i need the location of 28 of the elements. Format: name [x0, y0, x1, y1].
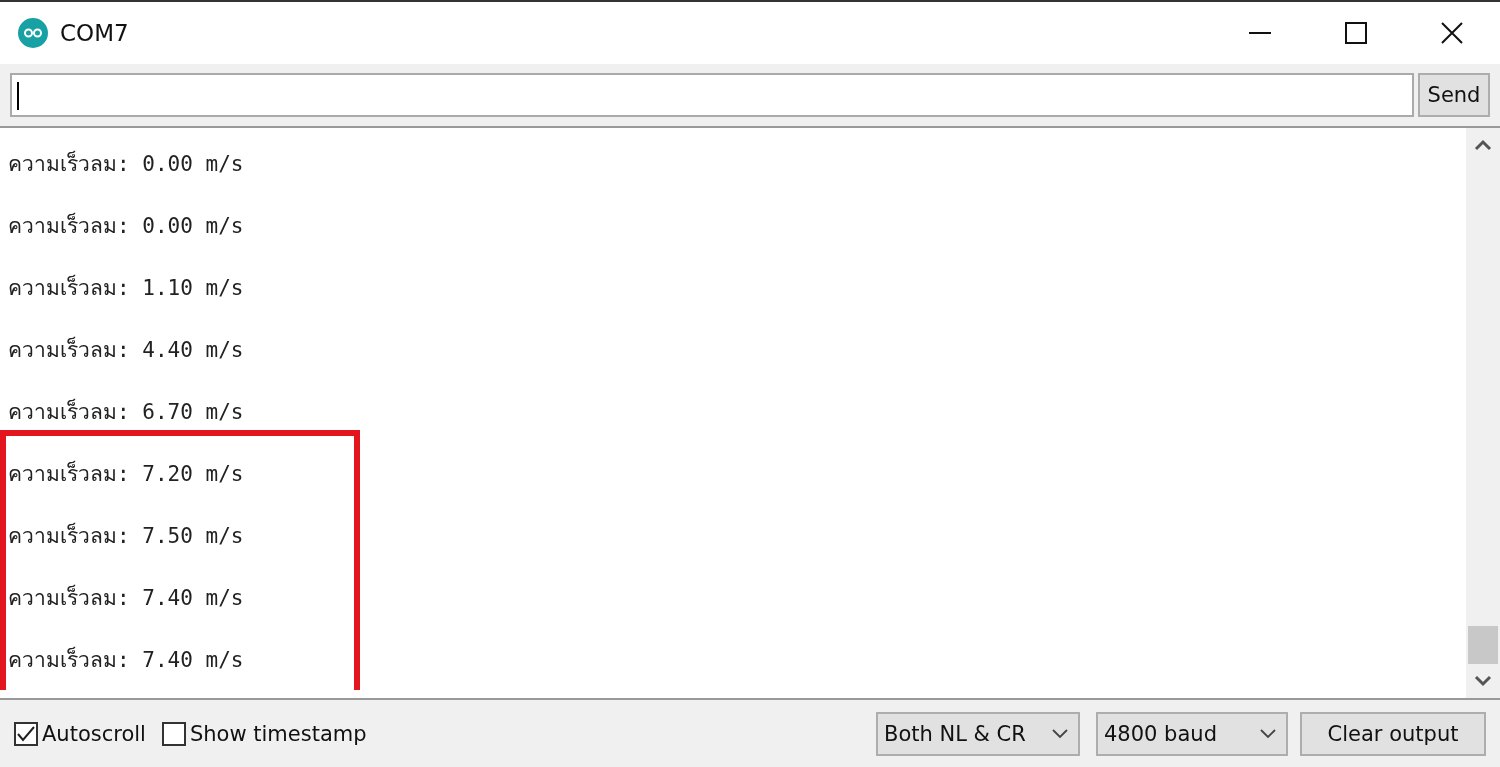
chevron-down-icon: [1052, 728, 1068, 739]
app-logo-icon: [18, 18, 48, 48]
scroll-thumb[interactable]: [1468, 626, 1498, 664]
output-line: ความเร็วลม: 7.20 m/s: [8, 459, 244, 488]
send-button[interactable]: Send: [1418, 73, 1490, 117]
baud-rate-dropdown[interactable]: 4800 baud: [1096, 711, 1288, 756]
scrollbar[interactable]: [1466, 128, 1500, 698]
checkbox-label: Show timestamp: [189, 721, 367, 746]
send-input-field[interactable]: [10, 73, 1414, 117]
maximize-icon[interactable]: [1345, 22, 1367, 44]
output-line: ความเร็วลม: 7.40 m/s: [8, 645, 244, 674]
output-line: ความเร็วลม: 0.00 m/s: [8, 149, 244, 178]
output-line: ความเร็วลม: 7.50 m/s: [8, 521, 244, 550]
chevron-down-icon: [1260, 728, 1276, 739]
output-line: ความเร็วลม: 7.40 m/s: [8, 583, 244, 612]
output-line: ความเร็วลม: 6.70 m/s: [8, 397, 244, 426]
line-ending-dropdown[interactable]: Both NL & CR: [876, 711, 1080, 756]
clear-output-button[interactable]: Clear output: [1300, 711, 1486, 756]
window-title: COM7: [60, 20, 129, 46]
scroll-down-icon[interactable]: [1474, 675, 1492, 687]
close-icon[interactable]: [1441, 22, 1463, 44]
checkbox-label: Autoscroll: [42, 721, 146, 746]
output-line: ความเร็วลม: 1.10 m/s: [8, 273, 244, 302]
scroll-up-icon[interactable]: [1474, 139, 1492, 151]
checkbox[interactable]: [161, 721, 186, 746]
checkbox[interactable]: [14, 721, 38, 746]
output-line: ความเร็วลม: 4.40 m/s: [8, 335, 244, 364]
output-line: ความเร็วลม: 0.00 m/s: [8, 211, 244, 240]
